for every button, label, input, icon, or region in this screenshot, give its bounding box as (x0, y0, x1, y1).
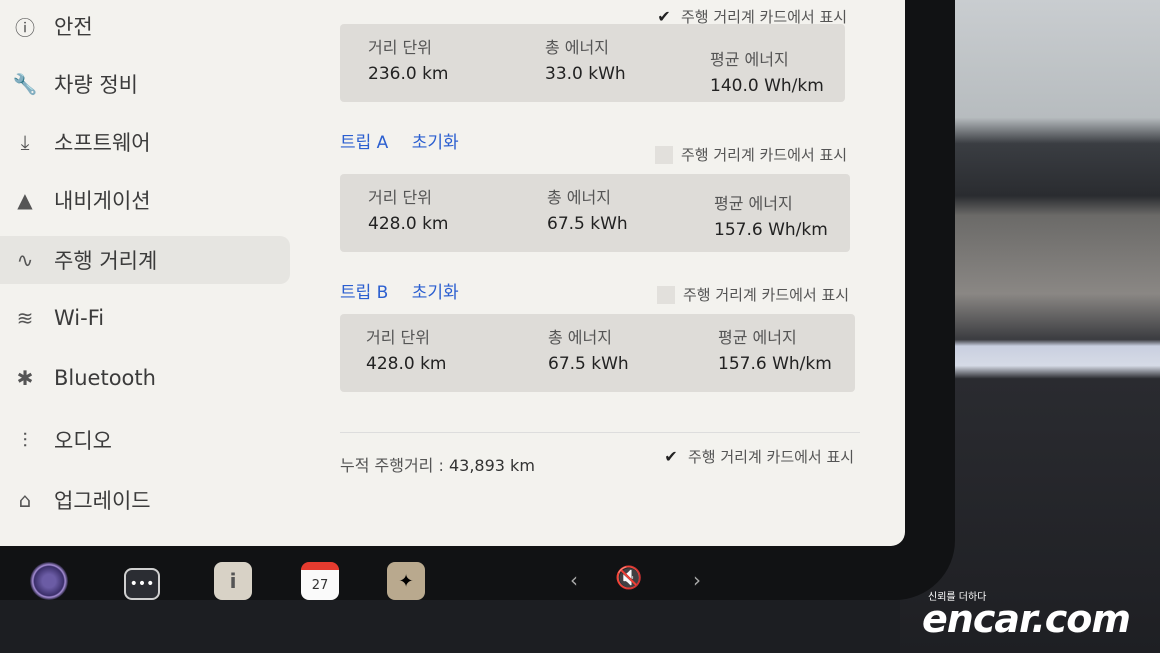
metric-label: 총 에너지 (545, 38, 609, 57)
settings-screen: ⓘ 안전 🔧 차량 정비 ⤓ 소프트웨어 ▲ 내비게이션 ∿ 주행 거리계 ≋ … (0, 0, 905, 546)
wrench-icon: 🔧 (12, 72, 38, 96)
sidebar-item-service[interactable]: 🔧 차량 정비 (0, 60, 290, 108)
equalizer-icon: ⫶ (22, 428, 28, 452)
metric-value: 428.0 km (366, 354, 447, 374)
metric-value: 33.0 kWh (545, 64, 626, 84)
avg-metric: 평균 에너지 157.6 Wh/km (714, 190, 828, 240)
sidebar-item-label: 차량 정비 (54, 73, 138, 97)
bluetooth-icon: ✱ (16, 366, 34, 390)
energy-metric: 총 에너지 67.5 kWh (548, 324, 629, 374)
volume-mute-icon[interactable]: 🔇 (615, 566, 642, 591)
show-on-card-trip-b[interactable]: 주행 거리계 카드에서 표시 (657, 284, 849, 305)
trip-a-reset-button[interactable]: 초기화 (412, 133, 459, 153)
metric-value: 157.6 Wh/km (718, 354, 832, 374)
energy-metric: 총 에너지 33.0 kWh (545, 34, 626, 84)
trip-a-card: 거리 단위 428.0 km 총 에너지 67.5 kWh 평균 에너지 157… (340, 174, 850, 252)
metric-value: 67.5 kWh (548, 354, 629, 374)
metric-label: 총 에너지 (548, 328, 612, 347)
watermark-logo: encar.com (922, 597, 1131, 641)
checkbox-unchecked-icon[interactable] (655, 145, 673, 164)
metric-label: 평균 에너지 (714, 194, 793, 213)
alert-circle-icon: ⓘ (15, 15, 35, 40)
distance-metric: 거리 단위 428.0 km (368, 184, 448, 234)
trip-b-reset-button[interactable]: 초기화 (412, 283, 459, 303)
avg-metric: 평균 에너지 157.6 Wh/km (718, 324, 832, 374)
trips-panel: ✔ 주행 거리계 카드에서 표시 거리 단위 236.0 km 총 에너지 33… (340, 0, 880, 546)
sidebar-item-label: 주행 거리계 (54, 249, 158, 273)
metric-value: 157.6 Wh/km (714, 220, 828, 240)
settings-sidebar: ⓘ 안전 🔧 차량 정비 ⤓ 소프트웨어 ▲ 내비게이션 ∿ 주행 거리계 ≋ … (0, 0, 300, 546)
metric-value: 67.5 kWh (547, 214, 628, 234)
sidebar-item-safety[interactable]: ⓘ 안전 (0, 2, 290, 50)
since-last-card: 거리 단위 236.0 km 총 에너지 33.0 kWh 평균 에너지 140… (340, 24, 845, 102)
sidebar-item-label: 내비게이션 (54, 189, 151, 213)
trip-b-card: 거리 단위 428.0 km 총 에너지 67.5 kWh 평균 에너지 157… (340, 314, 855, 392)
metric-label: 거리 단위 (368, 188, 432, 207)
taskbar: ••• i 27 ✦ ‹ 🔇 › (0, 548, 905, 628)
calendar-app-icon[interactable]: 27 (301, 562, 339, 600)
trip-b-header: 트립 B 초기화 (340, 278, 477, 303)
owners-manual-icon[interactable]: i (214, 562, 252, 600)
download-icon: ⤓ (20, 130, 30, 154)
trip-route-icon: ∿ (16, 248, 34, 272)
more-apps-icon[interactable]: ••• (124, 568, 160, 600)
energy-metric: 총 에너지 67.5 kWh (547, 184, 628, 234)
sidebar-item-software[interactable]: ⤓ 소프트웨어 (0, 118, 290, 166)
sidebar-item-label: 오디오 (54, 429, 112, 453)
distance-metric: 거리 단위 428.0 km (366, 324, 446, 374)
chevron-left-icon[interactable]: ‹ (570, 568, 578, 592)
sidebar-item-label: 안전 (54, 15, 93, 39)
trip-a-title: 트립 A (340, 133, 389, 153)
wifi-icon: ≋ (16, 306, 34, 330)
navigation-arrow-icon: ▲ (17, 188, 33, 212)
toybox-app-icon[interactable]: ✦ (387, 562, 425, 600)
chevron-right-icon[interactable]: › (693, 568, 701, 592)
sidebar-item-navigation[interactable]: ▲ 내비게이션 (0, 176, 290, 224)
avg-metric: 평균 에너지 140.0 Wh/km (710, 46, 824, 96)
odometer-value: 43,893 km (448, 456, 535, 475)
sidebar-item-wifi[interactable]: ≋ Wi-Fi (0, 294, 290, 342)
metric-value: 140.0 Wh/km (710, 76, 824, 96)
sidebar-item-label: Bluetooth (54, 366, 156, 390)
odometer-label: 누적 주행거리 : (340, 456, 444, 475)
metric-label: 평균 에너지 (710, 50, 789, 69)
section-divider (340, 432, 860, 433)
show-on-card-label: 주행 거리계 카드에서 표시 (683, 286, 850, 304)
checkbox-checked-icon[interactable]: ✔ (662, 447, 680, 466)
checkbox-checked-icon[interactable]: ✔ (655, 7, 673, 26)
distance-metric: 거리 단위 236.0 km (368, 34, 448, 84)
camera-app-icon[interactable] (30, 562, 68, 600)
metric-label: 거리 단위 (366, 328, 430, 347)
metric-label: 평균 에너지 (718, 328, 797, 347)
show-on-card-trip-a[interactable]: 주행 거리계 카드에서 표시 (655, 144, 847, 165)
sidebar-item-label: 소프트웨어 (54, 131, 151, 155)
metric-value: 428.0 km (368, 214, 449, 234)
metric-label: 총 에너지 (547, 188, 611, 207)
odometer: 누적 주행거리 : 43,893 km (340, 452, 535, 476)
sidebar-item-trips[interactable]: ∿ 주행 거리계 (0, 236, 290, 284)
sidebar-item-upgrades[interactable]: ⌂ 업그레이드 (0, 476, 290, 524)
sidebar-item-label: Wi-Fi (54, 306, 105, 330)
checkbox-unchecked-icon[interactable] (657, 285, 675, 304)
trip-a-header: 트립 A 초기화 (340, 128, 477, 153)
metric-label: 거리 단위 (368, 38, 432, 57)
sidebar-item-label: 업그레이드 (54, 489, 151, 513)
lock-icon: ⌂ (18, 488, 32, 512)
sidebar-item-bluetooth[interactable]: ✱ Bluetooth (0, 354, 290, 402)
trip-b-title: 트립 B (340, 283, 389, 303)
show-on-card-odometer[interactable]: ✔ 주행 거리계 카드에서 표시 (662, 446, 854, 467)
sidebar-item-audio[interactable]: ⫶ 오디오 (0, 416, 290, 464)
metric-value: 236.0 km (368, 64, 449, 84)
show-on-card-label: 주행 거리계 카드에서 표시 (688, 448, 855, 466)
show-on-card-label: 주행 거리계 카드에서 표시 (681, 146, 848, 164)
